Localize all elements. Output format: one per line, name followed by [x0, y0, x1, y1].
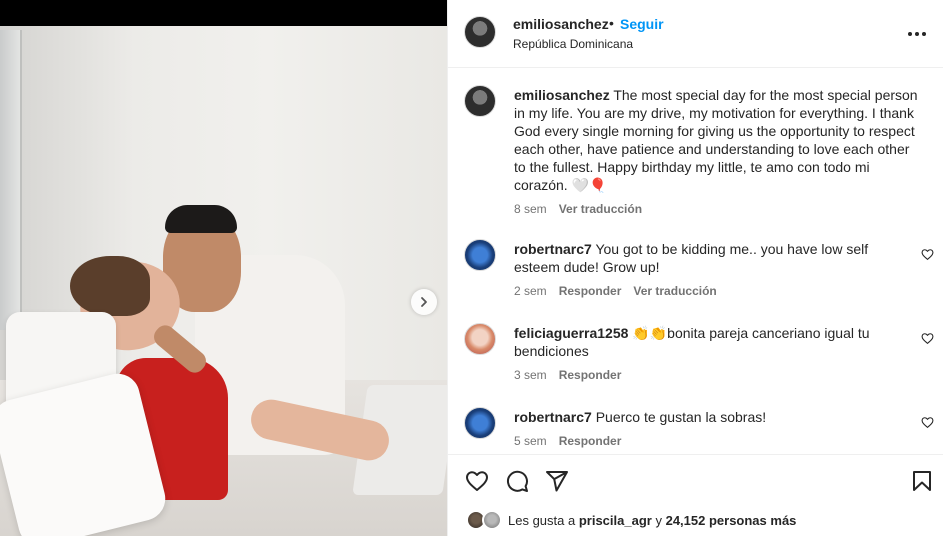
comment-meta: 3 sem Responder [514, 368, 621, 382]
separator-dot: • [609, 15, 614, 31]
post-location[interactable]: República Dominicana [513, 37, 633, 51]
list-item: feliciaguerra1258 👏👏bonita pareja cancer… [448, 307, 943, 387]
follow-button[interactable]: Seguir [620, 16, 664, 32]
avatar[interactable] [464, 407, 496, 439]
photo-woman-hair [70, 256, 150, 316]
reply-button[interactable]: Responder [559, 434, 622, 448]
post-side-panel: emiliosanchez • Seguir República Dominic… [447, 0, 943, 536]
comment-icon[interactable] [505, 469, 529, 493]
likes-first-user[interactable]: priscila_agr [579, 513, 652, 528]
list-item: robertnarc7 You got to be kidding me.. y… [448, 223, 943, 303]
likes-summary: Les gusta a priscila_agr y 24,152 person… [448, 506, 943, 536]
post-username[interactable]: emiliosanchez [513, 16, 609, 32]
comment-text: robertnarc7 You got to be kidding me.. y… [514, 240, 904, 276]
comment-text: feliciaguerra1258 👏👏bonita pareja cancer… [514, 324, 904, 360]
translate-button[interactable]: Ver traducción [633, 284, 716, 298]
comment-meta: 5 sem Responder [514, 434, 621, 448]
heart-icon[interactable] [465, 469, 489, 493]
list-item: robertnarc7 Puerco te gustan la sobras! … [448, 391, 943, 453]
comment-time[interactable]: 5 sem [514, 434, 547, 448]
comment-meta: 2 sem Responder Ver traducción [514, 284, 717, 298]
comment-time[interactable]: 3 sem [514, 368, 547, 382]
reply-button[interactable]: Responder [559, 368, 622, 382]
likes-others[interactable]: 24,152 personas más [666, 513, 797, 528]
caption-meta: 8 sem Ver traducción [514, 202, 642, 216]
next-photo-button[interactable] [411, 289, 437, 315]
photo-top-bar [0, 0, 447, 26]
post-header: emiliosanchez • Seguir República Dominic… [448, 0, 943, 68]
likes-connector: y [655, 513, 662, 528]
reply-button[interactable]: Responder [559, 284, 622, 298]
send-icon[interactable] [545, 469, 569, 493]
comments-list[interactable]: emiliosanchez The most special day for t… [448, 69, 943, 453]
heart-icon[interactable] [921, 332, 934, 345]
more-options-icon[interactable] [905, 24, 929, 44]
comment-username[interactable]: robertnarc7 [514, 241, 592, 257]
avatar[interactable] [464, 85, 496, 117]
comment-body: Puerco te gustan la sobras! [595, 409, 767, 425]
post-photo[interactable] [0, 0, 447, 536]
action-bar [448, 454, 943, 506]
avatar[interactable] [464, 323, 496, 355]
bookmark-icon[interactable] [910, 469, 934, 493]
comment-text: robertnarc7 Puerco te gustan la sobras! [514, 408, 904, 426]
photo-window [0, 30, 22, 330]
chevron-right-icon [421, 297, 427, 307]
caption-username[interactable]: emiliosanchez [514, 87, 610, 103]
comment-username[interactable]: robertnarc7 [514, 409, 592, 425]
heart-icon[interactable] [921, 416, 934, 429]
translate-button[interactable]: Ver traducción [559, 202, 642, 216]
avatar[interactable] [464, 239, 496, 271]
comment-username[interactable]: feliciaguerra1258 [514, 325, 628, 341]
likes-text: Les gusta a priscila_agr y 24,152 person… [508, 513, 796, 528]
avatar[interactable] [464, 16, 496, 48]
comment-time[interactable]: 2 sem [514, 284, 547, 298]
caption-time[interactable]: 8 sem [514, 202, 547, 216]
photo-man-hair [165, 205, 237, 233]
likes-prefix: Les gusta a [508, 513, 576, 528]
heart-icon[interactable] [921, 248, 934, 261]
caption: emiliosanchez The most special day for t… [448, 69, 943, 219]
caption-text: emiliosanchez The most special day for t… [514, 86, 924, 194]
avatar[interactable] [482, 510, 502, 530]
